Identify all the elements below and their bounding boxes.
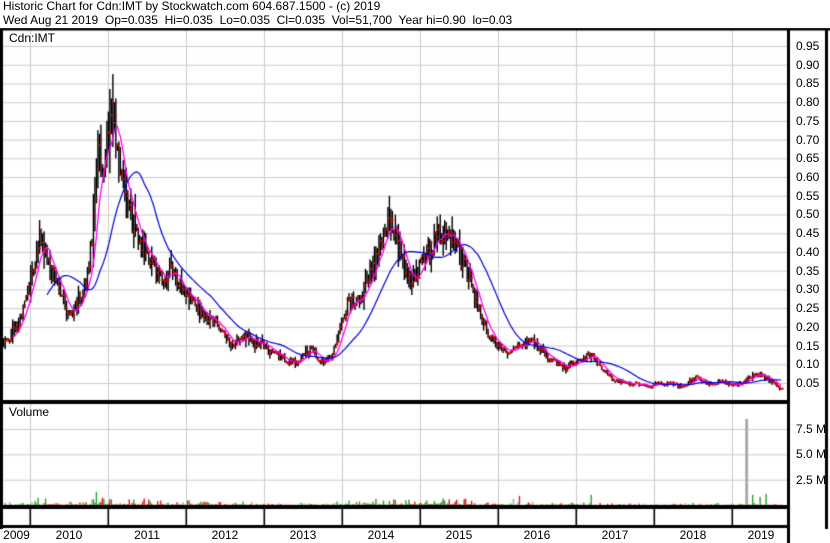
price-axis-tick: 0.25: [796, 301, 820, 316]
price-axis-tick: 0.85: [796, 76, 820, 91]
year-label: 2017: [601, 528, 629, 542]
price-axis-tick: 0.55: [796, 188, 820, 203]
chart-title: Historic Chart for Cdn:IMT by Stockwatch…: [3, 0, 381, 13]
price-axis-tick: 0.05: [796, 375, 820, 390]
price-axis-tick: 0.80: [796, 95, 820, 110]
volume-axis-tick: 5.0 M: [796, 447, 827, 462]
price-axis-tick: 0.75: [796, 113, 820, 128]
stockwatch-historic-chart: Historic Chart for Cdn:IMT by Stockwatch…: [0, 0, 830, 543]
quote-summary: Wed Aug 21 2019 Op=0.035 Hi=0.035 Lo=0.0…: [3, 12, 513, 27]
volume-axis-tick: 2.5 M: [796, 472, 827, 487]
year-label: 2014: [367, 528, 395, 542]
year-label: 2015: [445, 528, 473, 542]
price-axis-tick: 0.15: [796, 338, 820, 353]
year-label: 2016: [523, 528, 551, 542]
year-label: 2019: [747, 528, 775, 542]
price-axis-tick: 0.30: [796, 282, 820, 297]
price-axis-tick: 0.45: [796, 226, 820, 241]
year-label: 2009: [3, 528, 30, 542]
price-axis-tick: 0.50: [796, 207, 820, 222]
price-axis-tick: 0.20: [796, 319, 820, 334]
year-label: 2013: [289, 528, 317, 542]
price-axis-tick: 0.35: [796, 263, 820, 278]
symbol-label: Cdn:IMT: [9, 31, 56, 45]
year-label: 2012: [211, 528, 239, 542]
price-axis-tick: 0.95: [796, 39, 820, 53]
price-axis-tick: 0.60: [796, 170, 820, 185]
year-label: 2010: [55, 528, 83, 542]
price-axis-tick: 0.10: [796, 357, 820, 372]
price-axis-tick: 0.40: [796, 244, 820, 259]
price-volume-chart-canvas: [0, 0, 830, 543]
volume-axis-tick: 7.5 M: [796, 422, 827, 437]
volume-panel-label: Volume: [9, 405, 50, 419]
price-axis-tick: 0.65: [796, 151, 820, 166]
price-axis-tick: 0.90: [796, 57, 820, 72]
chart-header: Historic Chart for Cdn:IMT by Stockwatch…: [0, 0, 830, 28]
year-label: 2011: [134, 528, 160, 542]
year-label: 2018: [679, 528, 707, 542]
price-axis-tick: 0.70: [796, 132, 820, 147]
